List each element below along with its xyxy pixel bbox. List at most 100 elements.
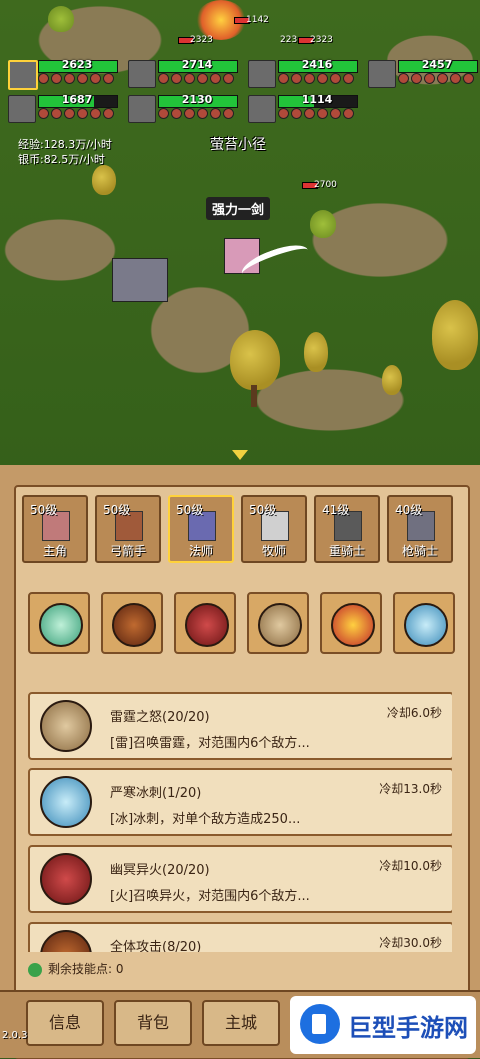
hp-value: 1687 [61,93,93,106]
skill-description: [雷]召唤雷霆，对范围内6个敌方... [110,736,310,751]
avatar [128,60,156,88]
nav-bag-button[interactable]: 背包 [114,1000,192,1046]
skill-points: 剩余技能点: 0 [28,960,124,978]
skill-slot[interactable] [174,592,236,654]
skill-title: 雷霆之怒(20/20) [110,710,210,725]
skill-card[interactable]: 严寒冰刺(1/20) 冷却13.0秒 [冰]冰刺，对单个敌方造成250... [28,768,452,836]
skill-cooldown: 冷却13.0秒 [379,782,442,796]
thunder-orb-icon [40,700,92,752]
buff-icons [158,73,238,84]
hero-tab[interactable]: 50级 法师 [168,495,234,563]
knight-sprite [112,258,168,302]
skill-slot[interactable] [320,592,382,654]
tree [382,365,402,395]
avatar [128,95,156,123]
version-label: 2.0.3 [2,1030,28,1041]
wind-orb-icon [39,603,83,647]
party-member-hud[interactable]: 1687 [8,93,118,123]
ice-orb-icon [40,776,92,828]
buff-icons [278,73,358,84]
skill-slot[interactable] [247,592,309,654]
fire-orb-icon [40,853,92,905]
skill-cooldown: 冷却6.0秒 [386,706,442,720]
skill-title: 幽冥异火(20/20) [110,863,210,878]
tree [48,6,74,32]
exp-rate: 经验:128.3万/小时 [18,138,112,151]
battlefield[interactable]: 1142 2323 223 2323 2700 2623 2714 2416 2… [0,0,480,470]
damage-number: 2323 [310,35,333,45]
hp-value: 2416 [301,58,333,71]
hp-value: 2714 [181,58,213,71]
hero-name: 主角 [42,544,67,558]
watermark-text: 巨型手游网 [348,1014,468,1042]
watermark: 巨型手游网 [290,996,476,1054]
hero-tab[interactable]: 41级 重骑士 [314,495,380,563]
tree [92,165,116,195]
flame-orb-icon [331,603,375,647]
skill-description: [冰]冰刺，对单个敌方造成250... [110,812,301,827]
hp-value: 1114 [301,93,333,106]
avatar [368,60,396,88]
expand-arrow-icon[interactable] [232,450,248,460]
tree-trunk [251,385,257,407]
thunder-orb-icon [258,603,302,647]
tree [230,330,280,390]
buff-icons [38,108,118,119]
ice-orb-icon [404,603,448,647]
silver-rate: 银币:82.5万/小时 [18,153,105,166]
skill-cooldown: 冷却30.0秒 [379,936,442,950]
skill-title: 严寒冰刺(1/20) [110,786,202,801]
tree [304,332,328,372]
avatar [8,95,36,123]
avatar [248,95,276,123]
hero-name: 枪骑士 [401,544,438,558]
location-name: 萤苔小径 [210,137,266,153]
party-member-hud[interactable]: 2416 [248,58,358,88]
buff-icons [278,108,358,119]
hero-level: 50级 [103,503,131,517]
hero-tab[interactable]: 50级 牧师 [241,495,307,563]
damage-number: 1142 [246,15,269,25]
skill-card[interactable]: 雷霆之怒(20/20) 冷却6.0秒 [雷]召唤雷霆，对范围内6个敌方... [28,692,452,760]
hp-value: 2130 [181,93,213,106]
skill-slot[interactable] [393,592,455,654]
hp-value: 2623 [61,58,93,71]
buff-icons [38,73,118,84]
avatar [8,60,38,90]
skill-slot[interactable] [28,592,90,654]
skill-shout-bubble: 强力一剑 [206,197,271,220]
party-member-hud[interactable]: 2457 [368,58,478,88]
hero-tab[interactable]: 50级 主角 [22,495,88,563]
hero-level: 50级 [249,503,277,517]
skill-list[interactable]: 雷霆之怒(20/20) 冷却6.0秒 [雷]召唤雷霆，对范围内6个敌方... 严… [28,690,452,952]
party-member-hud[interactable]: 2623 [8,58,118,90]
damage-number: 2323 [190,35,213,45]
beast-orb-icon [40,930,92,952]
skill-card[interactable]: 幽冥异火(20/20) 冷却10.0秒 [火]召唤异火，对范围内6个敌方... [28,845,452,913]
hero-name: 牧师 [261,544,286,558]
skill-card[interactable]: 全体攻击(8/20) 冷却30.0秒 [28,922,452,952]
party-member-hud[interactable]: 2714 [128,58,238,88]
damage-number: 2700 [314,180,337,190]
avatar [248,60,276,88]
party-member-hud[interactable]: 1114 [248,93,358,123]
damage-number: 223 [280,35,298,45]
buff-icons [398,73,478,84]
buff-icons [158,108,238,119]
nav-info-button[interactable]: 信息 [26,1000,104,1046]
hp-value: 2457 [421,58,453,71]
skill-slot[interactable] [101,592,163,654]
skill-description: [火]召唤异火，对范围内6个敌方... [110,889,310,904]
hero-name: 重骑士 [328,544,365,558]
hero-name: 法师 [188,544,213,558]
tree [310,210,336,238]
skill-cooldown: 冷却10.0秒 [379,859,442,873]
hero-tab[interactable]: 40级 枪骑士 [387,495,453,563]
nav-city-button[interactable]: 主城 [202,1000,280,1046]
hero-level: 41级 [322,503,350,517]
hero-tab[interactable]: 50级 弓箭手 [95,495,161,563]
skill-icon-row [28,592,455,658]
fire-orb-icon [185,603,229,647]
refresh-icon[interactable] [28,962,42,977]
party-member-hud[interactable]: 2130 [128,93,238,123]
